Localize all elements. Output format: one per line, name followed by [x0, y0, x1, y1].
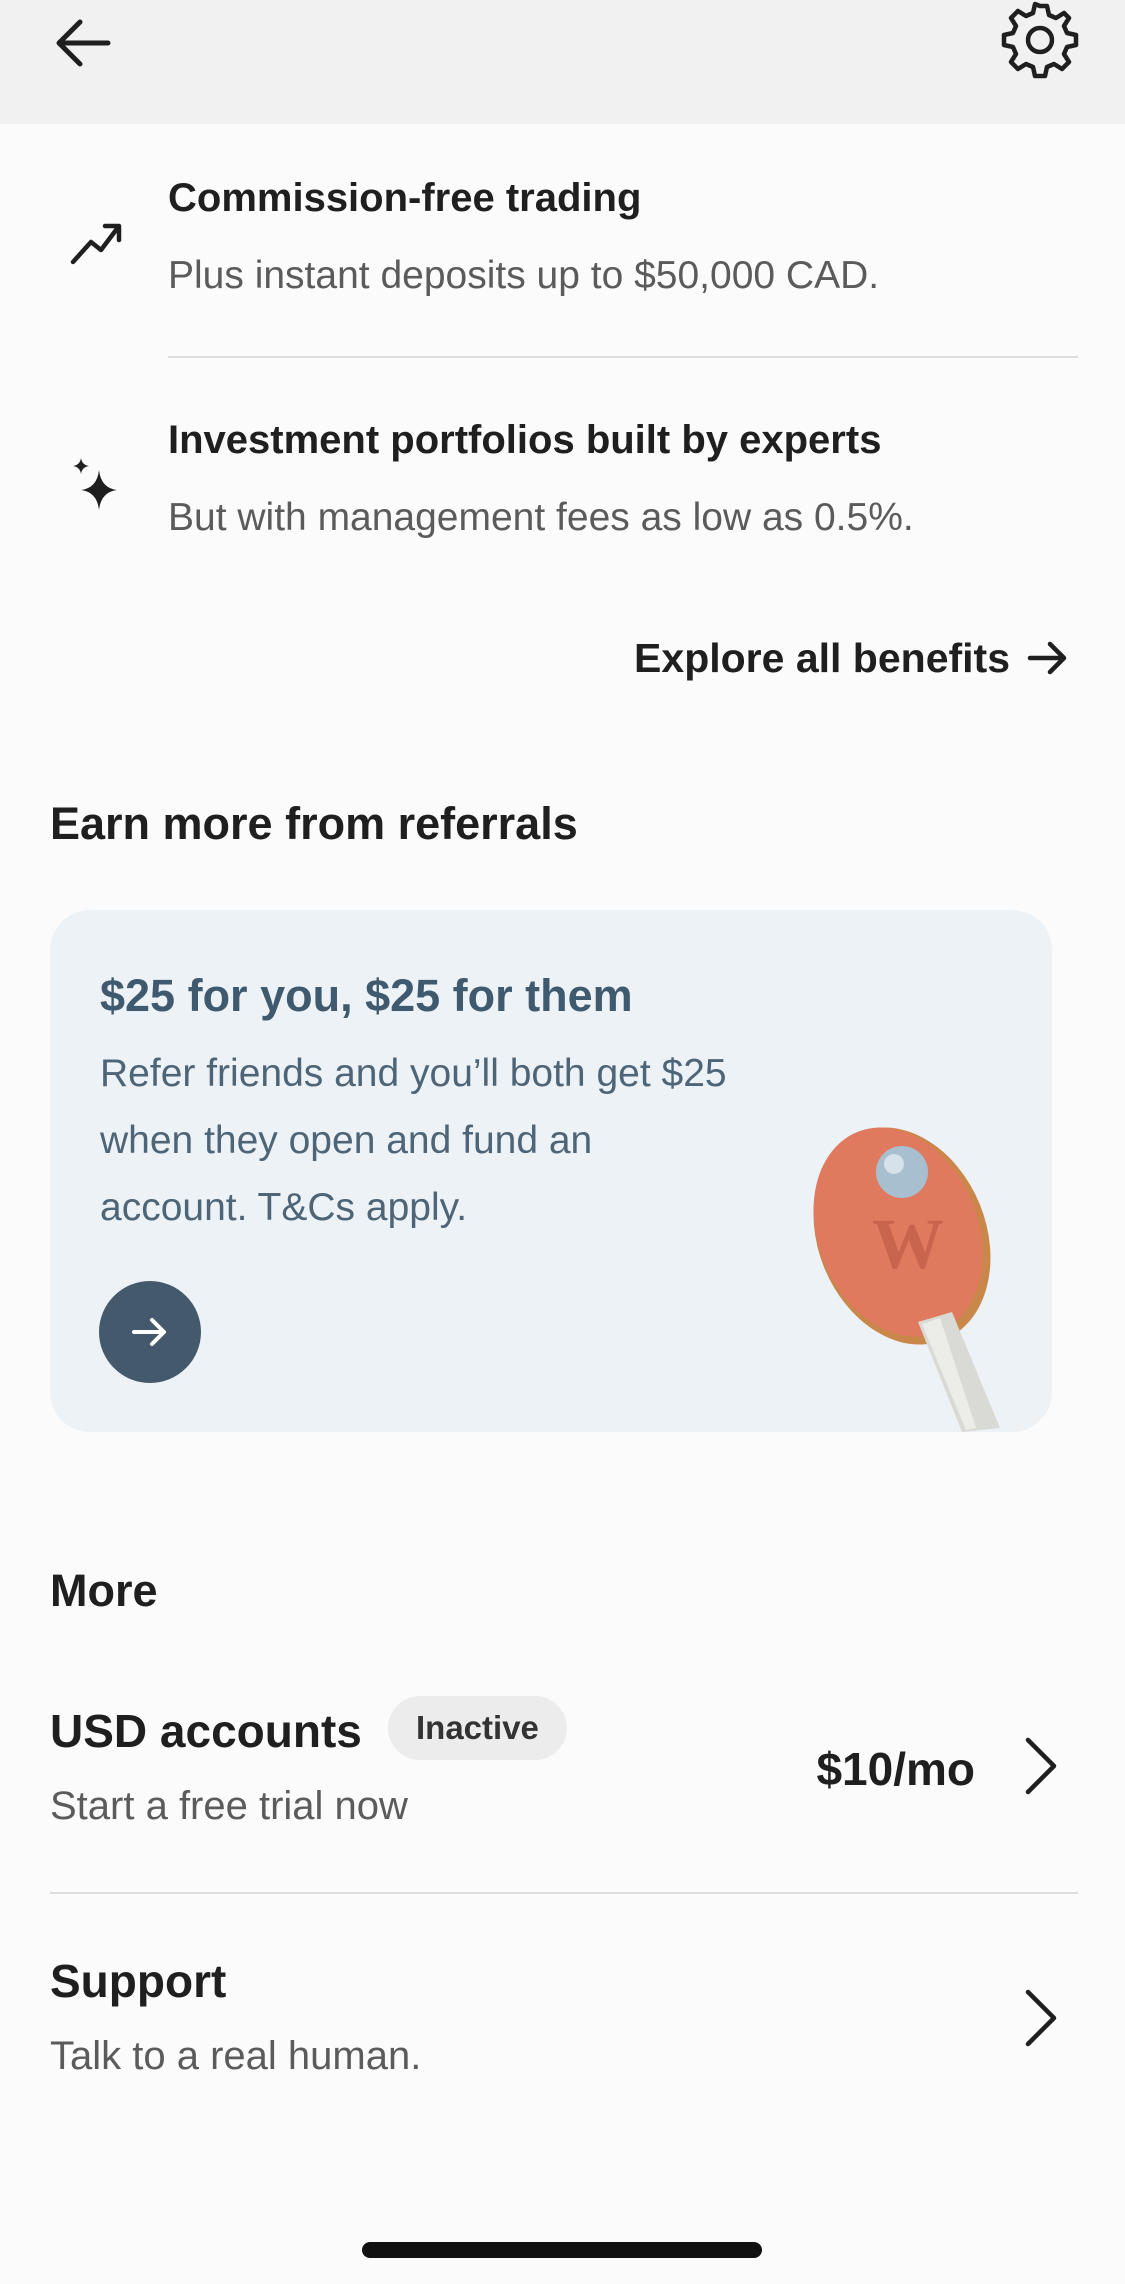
referral-arrow-button[interactable]	[99, 1281, 201, 1383]
benefit-subtitle: But with management fees as low as 0.5%.	[168, 496, 914, 539]
chevron-right-icon	[1018, 1986, 1062, 2050]
gear-icon[interactable]	[1000, 0, 1080, 80]
usd-accounts-subtitle: Start a free trial now	[50, 1784, 408, 1828]
usd-accounts-row[interactable]: USD accounts Inactive Start a free trial…	[0, 1690, 1125, 1880]
arrow-right-icon	[1027, 641, 1067, 675]
sparkles-icon	[65, 452, 129, 516]
benefit-subtitle: Plus instant deposits up to $50,000 CAD.	[168, 254, 880, 297]
benefit-portfolios: Investment portfolios built by experts B…	[0, 412, 1125, 562]
divider	[168, 356, 1078, 358]
benefit-commission-free: Commission-free trading Plus instant dep…	[0, 170, 1125, 370]
ping-pong-paddle-illustration: W	[790, 1110, 1052, 1432]
support-title: Support	[50, 1955, 227, 2007]
benefit-title: Investment portfolios built by experts	[168, 418, 882, 462]
arrow-right-icon	[132, 1318, 166, 1346]
section-heading-more: More	[50, 1565, 158, 1616]
support-subtitle: Talk to a real human.	[50, 2034, 422, 2078]
arrow-left-icon[interactable]	[50, 8, 120, 78]
chevron-right-icon	[1018, 1734, 1062, 1798]
referral-card[interactable]: $25 for you, $25 for them Refer friends …	[50, 910, 1052, 1432]
explore-benefits-label: Explore all benefits	[634, 634, 1010, 681]
referral-title: $25 for you, $25 for them	[100, 970, 633, 1021]
section-heading-referrals: Earn more from referrals	[50, 798, 578, 849]
home-indicator	[362, 2242, 762, 2258]
usd-accounts-title: USD accounts	[50, 1705, 362, 1757]
explore-benefits-link[interactable]: Explore all benefits	[634, 628, 1070, 688]
usd-accounts-price: $10/mo	[816, 1743, 975, 1795]
referral-body: Refer friends and you’ll both get $25 wh…	[100, 1052, 727, 1229]
trending-up-icon	[65, 208, 129, 272]
svg-text:W: W	[872, 1204, 944, 1284]
divider	[50, 1892, 1078, 1894]
support-row[interactable]: Support Talk to a real human.	[0, 1940, 1125, 2120]
status-badge: Inactive	[388, 1696, 567, 1760]
top-bar	[0, 0, 1125, 124]
benefit-title: Commission-free trading	[168, 176, 642, 220]
